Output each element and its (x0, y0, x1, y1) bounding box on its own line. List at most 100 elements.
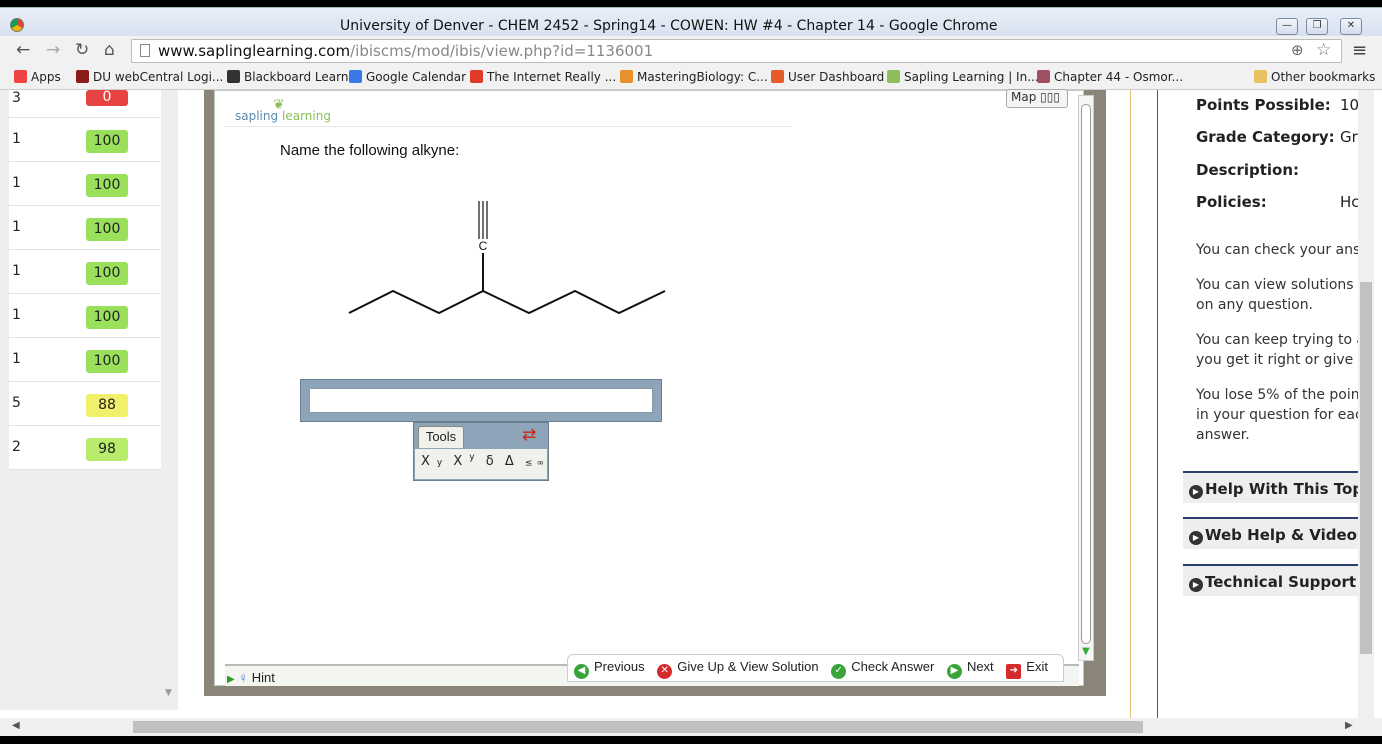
exit-button[interactable]: ➜ Exit (1006, 659, 1048, 679)
minimize-icon[interactable]: — (1276, 18, 1298, 35)
scroll-left-arrow-icon[interactable]: ◀ (12, 720, 20, 731)
bf-icon (470, 70, 483, 83)
folder-icon (1254, 70, 1267, 83)
scrollbar-thumb[interactable] (133, 721, 1143, 733)
scores-panel: 3 0 1 100 1 100 1 100 1 100 1 100 1 100 5 88 2 9… (0, 90, 178, 710)
bookmark-internet-really[interactable]: The Internet Really ... (470, 70, 616, 84)
score-badge: 88 (86, 394, 128, 417)
page-scrollbar[interactable] (1358, 90, 1374, 718)
question-frame: sapling ❦ learning Map ▯▯▯ Name the foll… (204, 89, 1106, 696)
address-bar[interactable]: www.saplinglearning.com/ibiscms/mod/ibis… (131, 39, 1342, 63)
bookmark-star-icon[interactable]: ☆ (1316, 40, 1331, 60)
tool-label: X (453, 454, 463, 470)
score-row[interactable]: 5 88 (9, 382, 161, 426)
delta-upper-tool[interactable]: Δ (505, 454, 514, 469)
back-arrow-icon[interactable]: ← (16, 40, 30, 60)
give-up-label: Give Up & View Solution (677, 659, 819, 674)
bookmark-blackboard[interactable]: Blackboard Learn (227, 70, 348, 84)
grade-category-label: Grade Category: (1196, 128, 1335, 146)
attempt-count: 1 (12, 263, 21, 279)
technical-support-button[interactable]: ▶ Technical Support (1183, 564, 1358, 596)
attempt-count: 1 (12, 131, 21, 147)
subscript-tool[interactable]: Xy (421, 454, 442, 469)
url-host: www.saplinglearning.com (158, 42, 351, 60)
restore-icon[interactable]: ❐ (1306, 18, 1328, 35)
score-row[interactable]: 2 98 (9, 426, 161, 470)
attempt-count: 1 (12, 351, 21, 367)
hint-button[interactable]: ▶ ♀ Hint (227, 670, 275, 685)
zoom-icon[interactable]: ⊕ (1291, 41, 1304, 59)
next-button[interactable]: ▶ Next (946, 659, 994, 679)
score-row[interactable]: 1 100 (9, 206, 161, 250)
score-row[interactable]: 1 100 (9, 162, 161, 206)
policy-keep-trying: You can keep trying to a you get it righ… (1196, 332, 1358, 368)
horizontal-scrollbar[interactable]: ◀ ▶ (0, 718, 1382, 736)
home-icon[interactable]: ⌂ (104, 40, 115, 60)
window-titlebar: University of Denver - CHEM 2452 - Sprin… (0, 0, 1382, 36)
page-icon (140, 44, 150, 57)
check-answer-button[interactable]: ✓ Check Answer (831, 659, 934, 679)
score-row[interactable]: 1 100 (9, 118, 161, 162)
help-with-topic-label: Help With This Top (1205, 480, 1358, 498)
url-text[interactable]: www.saplinglearning.com/ibiscms/mod/ibis… (158, 42, 653, 60)
next-arrow-icon: ▶ (946, 664, 962, 679)
score-row[interactable]: 1 100 (9, 294, 161, 338)
score-list: 3 0 1 100 1 100 1 100 1 100 1 100 1 100 5 88 2 9… (9, 90, 161, 470)
close-icon[interactable]: ✕ (1340, 18, 1362, 35)
bookmark-label: Other bookmarks (1271, 70, 1376, 84)
bookmark-sapling[interactable]: Sapling Learning | In... (887, 70, 1039, 84)
reload-icon[interactable]: ↻ (75, 40, 89, 60)
molecule-structure: C (348, 201, 666, 315)
score-row[interactable]: 1 100 (9, 338, 161, 382)
exit-label: Exit (1026, 659, 1048, 674)
bookmark-label: The Internet Really ... (487, 70, 617, 84)
score-badge: 100 (86, 262, 128, 285)
scroll-down-arrow-icon[interactable]: ▼ (1082, 646, 1090, 657)
bookmark-other[interactable]: Other bookmarks (1254, 70, 1375, 84)
score-row[interactable]: 1 100 (9, 250, 161, 294)
bookmark-chapter-44[interactable]: Chapter 44 - Osmor... (1037, 70, 1183, 84)
atom-label: C (479, 239, 488, 253)
help-with-topic-button[interactable]: ▶ Help With This Top (1183, 471, 1358, 503)
logo-text-sapling: sapling (235, 109, 279, 123)
answer-input[interactable] (309, 388, 653, 413)
scrollbar-thumb[interactable] (1360, 282, 1372, 654)
map-button[interactable]: Map ▯▯▯ (1006, 89, 1068, 108)
bookmark-google-calendar[interactable]: Google Calendar (349, 70, 466, 84)
du-logo-icon (76, 70, 89, 83)
question-scrollbar[interactable]: ▼ (1078, 95, 1094, 661)
web-help-videos-button[interactable]: ▶ Web Help & Videos (1183, 517, 1358, 549)
superscript-tool[interactable]: Xy (453, 453, 474, 470)
score-row[interactable]: 3 0 (9, 90, 161, 118)
infinity-tool[interactable]: ∞ (537, 458, 545, 468)
bookmark-user-dashboard[interactable]: User Dashboard (771, 70, 884, 84)
bookmark-masteringbiology[interactable]: MasteringBiology: C... (620, 70, 768, 84)
lte-tool[interactable]: ≤ (525, 458, 533, 468)
bookmark-du-webcentral[interactable]: DU webCentral Logi... (76, 70, 223, 84)
exit-door-icon: ➜ (1006, 664, 1022, 679)
x-circle-icon: ✕ (657, 664, 673, 679)
dashboard-icon (771, 70, 784, 83)
calendar-icon (349, 70, 362, 83)
tools-tab[interactable]: Tools (418, 426, 464, 448)
give-up-button[interactable]: ✕ Give Up & View Solution (657, 659, 819, 679)
chrome-menu-icon[interactable]: ≡ (1352, 40, 1367, 61)
chapter-icon (1037, 70, 1050, 83)
refresh-icon[interactable]: ⇄ (522, 425, 536, 445)
bookmark-label: Sapling Learning | In... (904, 70, 1039, 84)
previous-button[interactable]: ◀ Previous (574, 659, 645, 679)
policy-points-lost: You lose 5% of the poin in your question… (1196, 387, 1358, 443)
delta-lower-tool[interactable]: δ (486, 454, 494, 469)
scrollbar-thumb[interactable] (1081, 104, 1091, 644)
question-prompt: Name the following alkyne: (280, 142, 460, 159)
forward-arrow-icon[interactable]: → (46, 40, 60, 60)
check-circle-icon: ✓ (831, 664, 847, 679)
score-badge: 100 (86, 306, 128, 329)
score-badge: 100 (86, 350, 128, 373)
bookmark-apps[interactable]: Apps (14, 70, 61, 84)
previous-arrow-icon: ◀ (574, 664, 589, 679)
scroll-right-arrow-icon[interactable]: ▶ (1345, 720, 1353, 731)
bookmarks-bar: Apps DU webCentral Logi... Blackboard Le… (0, 66, 1382, 90)
map-icon: ▯▯▯ (1040, 90, 1060, 104)
scroll-down-arrow-icon[interactable]: ▼ (165, 688, 172, 698)
